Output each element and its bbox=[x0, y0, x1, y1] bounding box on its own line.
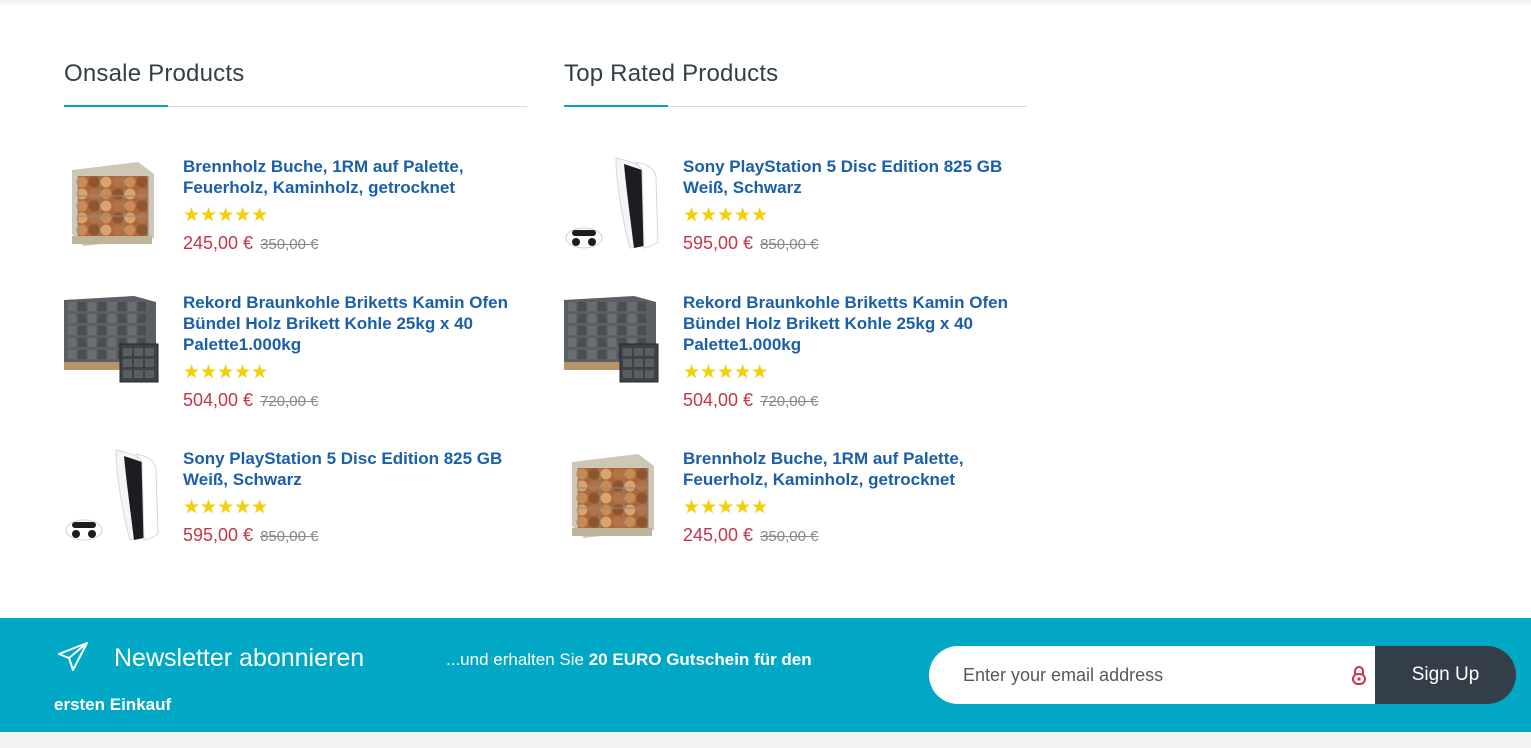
regular-price: 720,00 € bbox=[760, 393, 819, 410]
sale-price: 245,00 € bbox=[683, 525, 754, 545]
lock-icon bbox=[1352, 666, 1366, 685]
sale-price: 504,00 € bbox=[183, 390, 254, 410]
regular-price: 850,00 € bbox=[760, 236, 819, 253]
star-rating-fill: ★★★★★ bbox=[183, 363, 269, 383]
sign-up-button[interactable]: Sign Up bbox=[1375, 646, 1516, 704]
product-name-link[interactable]: Sony PlayStation 5 Disc Edition 825 GB W… bbox=[683, 156, 1027, 198]
star-rating: ☆☆☆☆☆ ★★★★★ bbox=[183, 363, 275, 383]
star-rating: ☆☆☆☆☆ ★★★★★ bbox=[683, 363, 775, 383]
regular-price: 720,00 € bbox=[260, 393, 319, 410]
sale-price: 245,00 € bbox=[183, 233, 254, 253]
product-thumbnail[interactable] bbox=[64, 156, 159, 251]
product-price: 245,00 € 350,00 € bbox=[683, 523, 1027, 549]
email-field[interactable] bbox=[963, 646, 1333, 704]
product-name-link[interactable]: Rekord Braunkohle Briketts Kamin Ofen Bü… bbox=[183, 292, 527, 355]
product-price: 504,00 € 720,00 € bbox=[683, 388, 1027, 414]
newsletter-text-bold: 20 EURO Gutschein für den bbox=[588, 650, 812, 669]
title-accent-underline bbox=[64, 105, 168, 107]
email-field-wrapper bbox=[929, 646, 1375, 704]
onsale-products-section: Onsale Products Brennholz Buche, 1RM auf… bbox=[64, 54, 527, 545]
product-info: Brennholz Buche, 1RM auf Palette, Feuerh… bbox=[183, 156, 527, 257]
paper-plane-icon bbox=[58, 642, 88, 671]
product-info: Rekord Braunkohle Briketts Kamin Ofen Bü… bbox=[683, 292, 1027, 414]
title-divider bbox=[64, 105, 527, 107]
title-accent-underline bbox=[564, 105, 668, 107]
product-info: Rekord Braunkohle Briketts Kamin Ofen Bü… bbox=[183, 292, 527, 414]
section-title: Onsale Products bbox=[64, 60, 245, 87]
sale-price: 504,00 € bbox=[683, 390, 754, 410]
star-rating: ☆☆☆☆☆ ★★★★★ bbox=[683, 206, 775, 226]
sale-price: 595,00 € bbox=[183, 525, 254, 545]
product-thumbnail[interactable] bbox=[64, 448, 159, 543]
product-price: 245,00 € 350,00 € bbox=[183, 231, 527, 257]
product-name-link[interactable]: Brennholz Buche, 1RM auf Palette, Feuerh… bbox=[183, 156, 527, 198]
product-thumbnail[interactable] bbox=[564, 156, 659, 251]
star-rating-fill: ★★★★★ bbox=[683, 363, 769, 383]
regular-price: 850,00 € bbox=[260, 528, 319, 545]
regular-price: 350,00 € bbox=[760, 528, 819, 545]
product-name-link[interactable]: Brennholz Buche, 1RM auf Palette, Feuerh… bbox=[683, 448, 1027, 490]
star-rating: ☆☆☆☆☆ ★★★★★ bbox=[183, 498, 275, 518]
product-price: 504,00 € 720,00 € bbox=[183, 388, 527, 414]
product-price: 595,00 € 850,00 € bbox=[683, 231, 1027, 257]
header-shadow bbox=[0, 0, 1531, 6]
product-name-link[interactable]: Rekord Braunkohle Briketts Kamin Ofen Bü… bbox=[683, 292, 1027, 355]
star-rating-fill: ★★★★★ bbox=[683, 498, 766, 518]
product-price: 595,00 € 850,00 € bbox=[183, 523, 527, 549]
top-rated-products-section: Top Rated Products Sony PlayStation 5 Di… bbox=[564, 54, 1027, 545]
title-divider bbox=[564, 105, 1027, 107]
product-thumbnail[interactable] bbox=[564, 448, 659, 543]
section-title: Top Rated Products bbox=[564, 60, 779, 87]
newsletter-text-bold-continued: ersten Einkauf bbox=[54, 695, 172, 714]
product-info: Brennholz Buche, 1RM auf Palette, Feuerh… bbox=[683, 448, 1027, 549]
product-name-link[interactable]: Sony PlayStation 5 Disc Edition 825 GB W… bbox=[183, 448, 527, 490]
footer-strip bbox=[0, 732, 1531, 748]
product-info: Sony PlayStation 5 Disc Edition 825 GB W… bbox=[683, 156, 1027, 257]
sale-price: 595,00 € bbox=[683, 233, 754, 253]
star-rating-fill: ★★★★★ bbox=[183, 206, 266, 226]
product-thumbnail[interactable] bbox=[64, 292, 159, 387]
newsletter-text: ...und erhalten Sie 20 EURO Gutschein fü… bbox=[446, 648, 812, 672]
regular-price: 350,00 € bbox=[260, 236, 319, 253]
star-rating-fill: ★★★★★ bbox=[683, 206, 769, 226]
star-rating: ☆☆☆☆☆ ★★★★★ bbox=[183, 206, 275, 226]
star-rating: ☆☆☆☆☆ ★★★★★ bbox=[683, 498, 775, 518]
product-info: Sony PlayStation 5 Disc Edition 825 GB W… bbox=[183, 448, 527, 549]
newsletter-text-prefix: ...und erhalten Sie bbox=[446, 650, 589, 669]
product-thumbnail[interactable] bbox=[564, 292, 659, 387]
star-rating-fill: ★★★★★ bbox=[183, 498, 269, 518]
newsletter-title: Newsletter abonnieren bbox=[114, 644, 365, 672]
